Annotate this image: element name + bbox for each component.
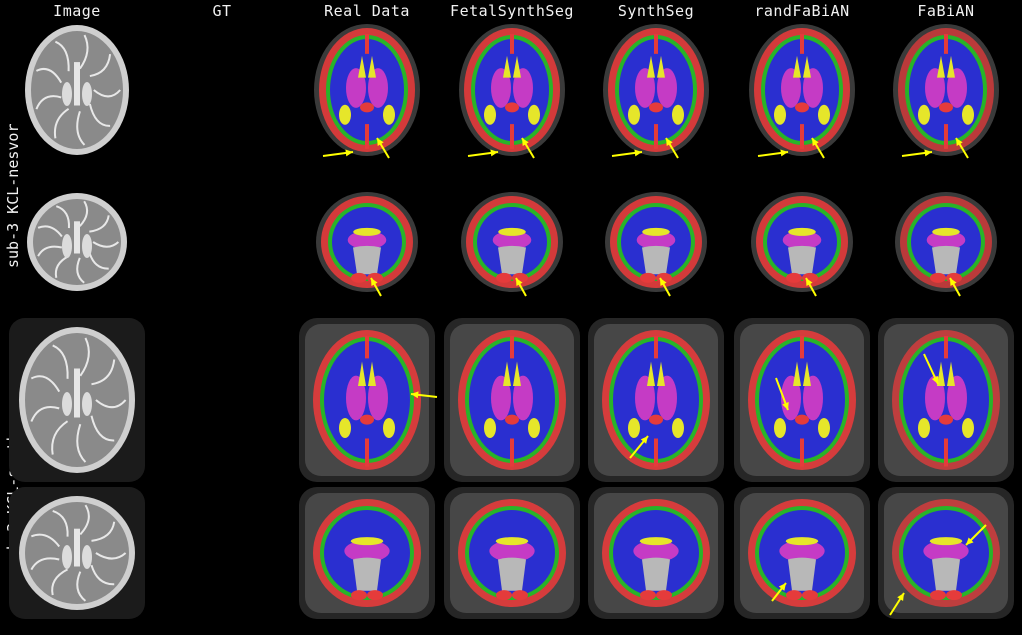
yellow-arrow-icon [322, 149, 354, 157]
ventricle-region [818, 418, 830, 438]
ventricle-region [339, 104, 351, 125]
ventricle-region [498, 227, 526, 236]
segmentation-slice [734, 318, 870, 482]
ventricle-region [339, 418, 351, 438]
yellow-arrow-icon [467, 149, 499, 157]
ventricle-region [774, 104, 786, 125]
yellow-arrow-icon [901, 149, 933, 157]
ventricle-region [628, 418, 640, 438]
mri-slice [9, 318, 145, 482]
ventricle-region [528, 418, 540, 438]
ventricle-region [774, 418, 786, 438]
ventricle-region [528, 104, 540, 125]
ventricle-region [818, 104, 830, 125]
ventricle-region [672, 104, 684, 125]
brainstem-region [932, 245, 960, 275]
ventricle-region [918, 418, 930, 438]
ventricle-region [642, 227, 670, 236]
ventricle-region [929, 537, 963, 546]
segmentation-slice [459, 24, 565, 156]
ventricle-region [383, 104, 395, 125]
ventricle-region [918, 104, 930, 125]
ventricle-region [484, 418, 496, 438]
ventricle-region [353, 227, 381, 236]
mri-slice [27, 193, 127, 291]
segmentation-slice [749, 24, 855, 156]
segmentation-slice [316, 192, 418, 292]
segmentation-slice [603, 24, 709, 156]
ventricle-region [962, 104, 974, 125]
segmentation-slice [605, 192, 707, 292]
mri-slice [25, 25, 129, 155]
segmentation-slice [588, 318, 724, 482]
brainstem-region [642, 245, 670, 275]
segmentation-slice [299, 487, 435, 619]
brainstem-region [788, 557, 816, 591]
brainstem-region [353, 245, 381, 275]
ventricle-region [383, 418, 395, 438]
ventricle-region [672, 418, 684, 438]
segmentation-slice [588, 487, 724, 619]
brainstem-region [788, 245, 816, 275]
yellow-arrow-icon [757, 149, 789, 157]
ventricle-region [785, 537, 819, 546]
segmentation-slice [751, 192, 853, 292]
ventricle-region [484, 104, 496, 125]
ventricle-region [962, 418, 974, 438]
segmentation-slice [895, 192, 997, 292]
ventricle-region [495, 537, 529, 546]
segmentation-slice [734, 487, 870, 619]
ventricle-region [932, 227, 960, 236]
segmentation-slice [878, 487, 1014, 619]
ventricle-region [788, 227, 816, 236]
segmentation-slice [461, 192, 563, 292]
mri-slice [9, 487, 145, 619]
brainstem-region [498, 245, 526, 275]
brainstem-region [498, 557, 526, 591]
ventricle-region [628, 104, 640, 125]
ventricle-region [350, 537, 384, 546]
brainstem-region [353, 557, 381, 591]
brainstem-region [932, 557, 960, 591]
segmentation-slice [299, 318, 435, 482]
brainstem-region [642, 557, 670, 591]
ventricle-region [639, 537, 673, 546]
segmentation-slice [893, 24, 999, 156]
segmentation-slice [444, 487, 580, 619]
brain-figure-canvas [9, 24, 1014, 619]
segmentation-slice [444, 318, 580, 482]
segmentation-slice [314, 24, 420, 156]
yellow-arrow-icon [611, 149, 643, 157]
segmentation-slice [878, 318, 1014, 482]
